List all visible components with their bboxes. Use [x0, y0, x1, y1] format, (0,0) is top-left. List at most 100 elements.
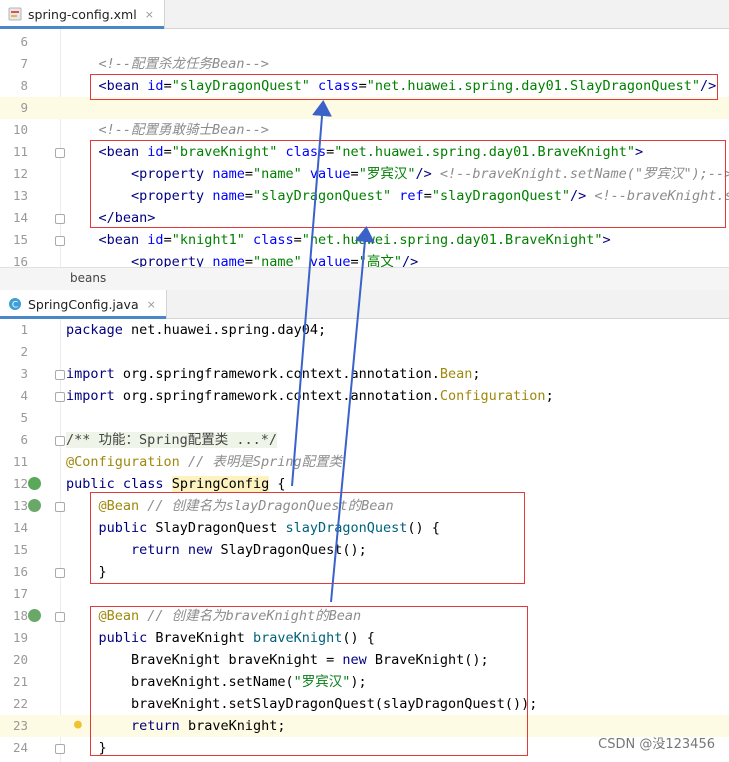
line-number: 12	[12, 476, 28, 491]
java-line-15[interactable]: 15 return new SlayDragonQuest();	[0, 539, 729, 561]
fold-toggle-icon[interactable]	[55, 436, 65, 446]
java-line-14[interactable]: 14 public SlayDragonQuest slayDragonQues…	[0, 517, 729, 539]
line-number: 3	[20, 366, 28, 381]
code-text: public class SpringConfig {	[66, 476, 286, 492]
java-line-4[interactable]: 4 import org.springframework.context.anno…	[0, 385, 729, 407]
java-line-19[interactable]: 19 public BraveKnight braveKnight() {	[0, 627, 729, 649]
xml-line-9[interactable]: 9	[0, 97, 729, 119]
xml-line-14[interactable]: 14 </bean>	[0, 207, 729, 229]
fold-toggle-icon[interactable]	[55, 370, 65, 380]
line-number: 15	[12, 542, 28, 557]
tab-label: SpringConfig.java	[28, 296, 139, 312]
code-text: public BraveKnight braveKnight() {	[98, 630, 375, 646]
code-text: <bean id="braveKnight" class="net.huawei…	[98, 144, 644, 160]
code-text: }	[66, 564, 107, 580]
line-number: 24	[12, 740, 28, 755]
java-line-22[interactable]: 22 braveKnight.setSlayDragonQuest(slayDr…	[0, 693, 729, 715]
java-line-12[interactable]: 12 public class SpringConfig {	[0, 473, 729, 495]
fold-toggle-icon[interactable]	[55, 148, 65, 158]
xml-line-10[interactable]: 10 <!--配置勇敢骑士Bean-->	[0, 119, 729, 141]
tab-springconfig-java[interactable]: C SpringConfig.java ×	[0, 290, 167, 319]
code-text: </bean>	[98, 210, 156, 226]
fold-toggle-icon[interactable]	[55, 568, 65, 578]
line-number: 15	[12, 232, 28, 247]
line-number: 14	[12, 520, 28, 535]
line-number: 17	[12, 586, 28, 601]
tab-spring-config-xml[interactable]: spring-config.xml ×	[0, 0, 165, 29]
xml-tab-bar: spring-config.xml ×	[0, 0, 729, 29]
line-number: 9	[20, 100, 28, 115]
line-number: 21	[12, 674, 28, 689]
java-line-5[interactable]: 5	[0, 407, 729, 429]
java-line-1[interactable]: 1 package net.huawei.spring.day04;	[0, 319, 729, 341]
code-text: <bean id="knight1" class="net.huawei.spr…	[98, 232, 611, 248]
xml-line-15[interactable]: 15 <bean id="knight1" class="net.huawei.…	[0, 229, 729, 251]
java-line-6[interactable]: 6 /** 功能：Spring配置类 ...*/	[0, 429, 729, 451]
fold-toggle-icon[interactable]	[55, 502, 65, 512]
line-number: 8	[20, 78, 28, 93]
code-text: braveKnight.setSlayDragonQuest(slayDrago…	[66, 696, 538, 712]
line-number: 10	[12, 122, 28, 137]
code-text: public SlayDragonQuest slayDragonQuest()…	[98, 520, 440, 536]
line-number: 11	[12, 144, 28, 159]
xml-file-icon	[8, 7, 22, 21]
java-line-17[interactable]: 17	[0, 583, 729, 605]
java-line-3[interactable]: 3 import org.springframework.context.anno…	[0, 363, 729, 385]
java-editor[interactable]: 1 package net.huawei.spring.day04; 2 3 impor…	[0, 319, 729, 762]
watermark: CSDN @没123456	[598, 737, 715, 752]
code-text: /** 功能：Spring配置类 ...*/	[66, 432, 278, 448]
code-text: @Configuration // 表明是Spring配置类	[66, 454, 343, 470]
fold-toggle-icon[interactable]	[55, 236, 65, 246]
line-number: 11	[12, 454, 28, 469]
code-text: import org.springframework.context.annot…	[66, 388, 554, 404]
java-class-icon: C	[9, 298, 21, 311]
line-number: 19	[12, 630, 28, 645]
svg-text:C: C	[12, 301, 18, 311]
line-number: 12	[12, 166, 28, 181]
java-line-21[interactable]: 21 braveKnight.setName("罗宾汉");	[0, 671, 729, 693]
xml-line-16[interactable]: 16 <property name="name" value="高文"/>	[0, 251, 729, 267]
breadcrumb-item-beans[interactable]: beans	[70, 271, 106, 285]
line-number: 23	[12, 718, 28, 733]
xml-line-7[interactable]: 7 <!--配置杀龙任务Bean-->	[0, 53, 729, 75]
close-icon[interactable]: ×	[145, 8, 154, 21]
xml-line-11[interactable]: 11 <bean id="braveKnight" class="net.hua…	[0, 141, 729, 163]
fold-toggle-icon[interactable]	[55, 214, 65, 224]
code-text: <property name="name" value="高文"/>	[131, 254, 419, 267]
close-icon[interactable]: ×	[147, 298, 156, 311]
line-number: 7	[20, 56, 28, 71]
line-number: 13	[12, 498, 28, 513]
breadcrumb: beans	[0, 267, 729, 290]
line-number: 20	[12, 652, 28, 667]
line-number: 16	[12, 254, 28, 267]
fold-toggle-icon[interactable]	[55, 612, 65, 622]
java-line-13[interactable]: 13 @Bean // 创建名为slayDragonQuest的Bean	[0, 495, 729, 517]
line-number: 6	[20, 432, 28, 447]
code-text: BraveKnight braveKnight = new BraveKnigh…	[66, 652, 489, 668]
java-line-2[interactable]: 2	[0, 341, 729, 363]
fold-toggle-icon[interactable]	[55, 744, 65, 754]
spring-bean-gutter-icon[interactable]	[28, 609, 41, 622]
line-number: 1	[20, 322, 28, 337]
xml-line-13[interactable]: 13 <property name="slayDragonQuest" ref=…	[0, 185, 729, 207]
xml-line-8[interactable]: 8 <bean id="slayDragonQuest" class="net.…	[0, 75, 729, 97]
code-text: return new SlayDragonQuest();	[131, 542, 367, 558]
line-number: 2	[20, 344, 28, 359]
xml-line-12[interactable]: 12 <property name="name" value="罗宾汉"/> <…	[0, 163, 729, 185]
line-number: 6	[20, 34, 28, 49]
spring-bean-gutter-icon[interactable]	[28, 477, 41, 490]
java-line-20[interactable]: 20 BraveKnight braveKnight = new BraveKn…	[0, 649, 729, 671]
code-text: <property name="name" value="罗宾汉"/> <!--…	[131, 166, 729, 182]
spring-bean-gutter-icon[interactable]	[28, 499, 41, 512]
code-text: package net.huawei.spring.day04;	[66, 322, 327, 338]
fold-toggle-icon[interactable]	[55, 392, 65, 402]
code-text: }	[66, 740, 107, 756]
line-number: 5	[20, 410, 28, 425]
java-line-16[interactable]: 16 }	[0, 561, 729, 583]
xml-editor[interactable]: 6 7 <!--配置杀龙任务Bean--> 8 <bean id="slayDrag…	[0, 29, 729, 267]
java-line-18[interactable]: 18 @Bean // 创建名为braveKnight的Bean	[0, 605, 729, 627]
xml-line-6[interactable]: 6	[0, 31, 729, 53]
java-line-11[interactable]: 11 @Configuration // 表明是Spring配置类	[0, 451, 729, 473]
line-number: 4	[20, 388, 28, 403]
code-text: return braveKnight;	[131, 718, 286, 734]
